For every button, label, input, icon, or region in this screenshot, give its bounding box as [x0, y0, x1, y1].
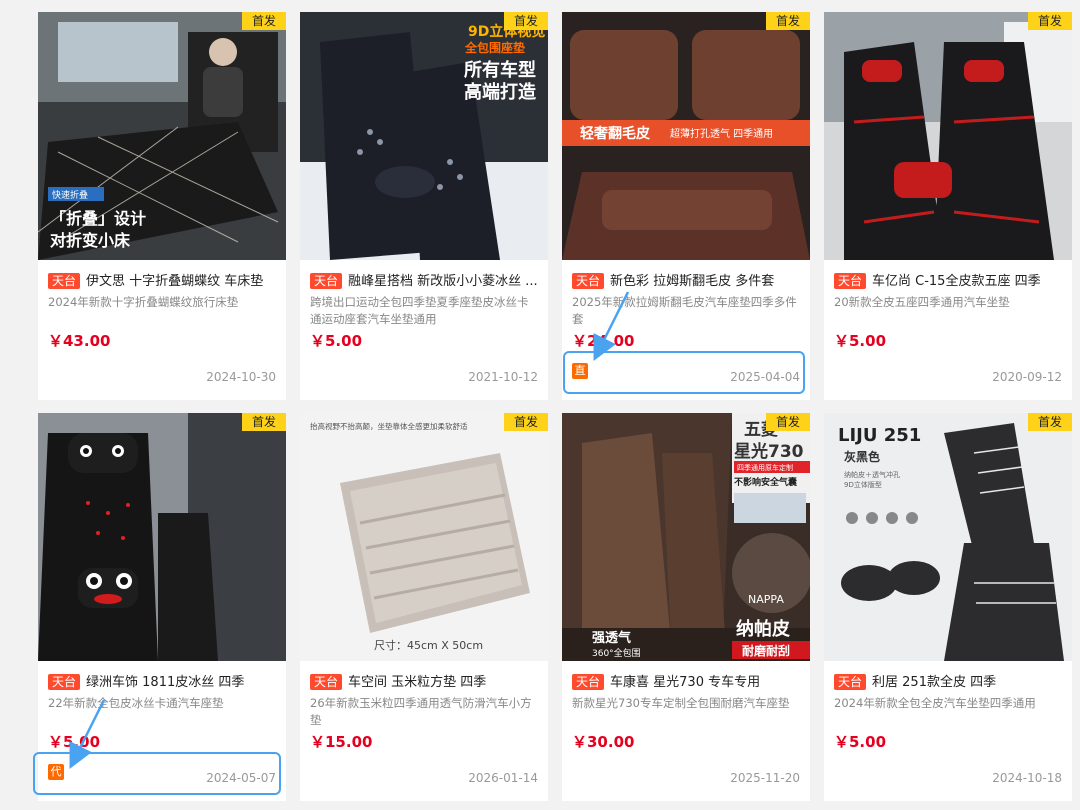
product-title[interactable]: 天台 新色彩 拉姆斯翻毛皮 多件套	[572, 272, 802, 292]
product-desc: 22年新款全包皮冰丝卡通汽车座垫	[48, 696, 224, 710]
image-caption-model: 星光730	[734, 441, 804, 462]
product-title-text: 融峰星搭档 新改版小小菱冰丝 ...	[348, 274, 538, 289]
product-date: 2024-10-18	[992, 771, 1062, 785]
shop-tag: 天台	[572, 674, 605, 690]
first-release-badge: 首发	[766, 413, 810, 431]
product-price: ￥24.00	[572, 332, 635, 350]
product-price: ￥43.00	[48, 332, 111, 350]
image-caption-wear: 耐磨耐刮	[742, 643, 790, 658]
product-desc: 20新款全皮五座四季通用汽车坐垫	[834, 295, 1010, 309]
first-release-badge: 首发	[1028, 12, 1072, 30]
image-caption-2: 对折变小床	[50, 231, 131, 250]
shop-tag: 天台	[834, 273, 867, 289]
image-caption-tag: 四季通用原车定制	[737, 463, 793, 472]
product-card[interactable]: 五菱 星光730 四季通用原车定制 不影响安全气囊 NAPPA 强透气 360°…	[562, 413, 810, 801]
product-card[interactable]: 9D立体视觉 全包围座垫 所有车型 高端打造 首发 天台 融峰星搭档 新改版小小菱…	[300, 12, 548, 400]
image-caption-1: 所有车型	[464, 59, 536, 81]
product-card[interactable]: 快速折叠 「折叠」设计 对折变小床 首发 天台 伊文思 十字折叠蝴蝶纹 车床垫 2…	[38, 12, 286, 400]
product-price: ￥30.00	[572, 733, 635, 751]
first-release-badge: 首发	[504, 12, 548, 30]
image-caption-material: 纳帕皮＋透气冲孔	[844, 470, 900, 479]
product-title-text: 利居 251款全皮 四季	[872, 675, 997, 690]
image-caption-nappa: NAPPA	[748, 593, 784, 606]
product-desc: 2025年新款拉姆斯翻毛皮汽车座垫四季多件套	[572, 295, 797, 326]
image-caption-version: 9D立体版型	[844, 480, 882, 489]
product-card[interactable]: 首发 天台 绿洲车饰 1811皮冰丝 四季 22年新款全包皮冰丝卡通汽车座垫 ￥5…	[38, 413, 286, 801]
product-title-text: 新色彩 拉姆斯翻毛皮 多件套	[610, 274, 775, 289]
product-title-text: 车康喜 星光730 专车专用	[610, 675, 761, 690]
product-image[interactable]: 快速折叠 「折叠」设计 对折变小床 首发	[38, 12, 286, 260]
product-desc: 2024年新款十字折叠蝴蝶纹旅行床垫	[48, 295, 239, 309]
shop-tag: 天台	[834, 674, 867, 690]
shop-tag: 天台	[310, 273, 343, 289]
product-desc: 2024年新款全包全皮汽车坐垫四季通用	[834, 696, 1036, 710]
first-release-badge: 首发	[242, 413, 286, 431]
product-image[interactable]: 轻奢翻毛皮 超薄打孔透气 四季通用 首发	[562, 12, 810, 260]
product-title-text: 车空间 玉米粒方垫 四季	[348, 675, 487, 690]
image-caption-small: 快速折叠	[52, 189, 88, 201]
product-title[interactable]: 天台 利居 251款全皮 四季	[834, 673, 1064, 693]
product-date: 2024-10-30	[206, 370, 276, 384]
highlight-box	[33, 752, 281, 795]
product-title[interactable]: 天台 融峰星搭档 新改版小小菱冰丝 ...	[310, 272, 540, 292]
product-price: ￥5.00	[834, 332, 887, 350]
product-grid: 快速折叠 「折叠」设计 对折变小床 首发 天台 伊文思 十字折叠蝴蝶纹 车床垫 2…	[0, 0, 1080, 810]
first-release-badge: 首发	[1028, 413, 1072, 431]
first-release-badge: 首发	[504, 413, 548, 431]
product-price: ￥5.00	[310, 332, 363, 350]
product-image[interactable]: 首发	[824, 12, 1072, 260]
product-title[interactable]: 天台 绿洲车饰 1811皮冰丝 四季	[48, 673, 278, 693]
product-card[interactable]: 抬高视野不抬高颠，坐垫靠体全感更加柔软舒适 尺寸：45cm X 50cm 首发 …	[300, 413, 548, 801]
product-desc: 26年新款玉米粒四季通用透气防滑汽车小方垫	[310, 696, 532, 727]
product-image[interactable]: 首发	[38, 413, 286, 661]
product-price: ￥15.00	[310, 733, 373, 751]
product-title[interactable]: 天台 车亿尚 C-15全皮款五座 四季	[834, 272, 1064, 292]
product-title-text: 绿洲车饰 1811皮冰丝 四季	[86, 675, 245, 690]
product-date: 2021-10-12	[468, 370, 538, 384]
shop-tag: 天台	[310, 674, 343, 690]
product-date: 2026-01-14	[468, 771, 538, 785]
product-title-text: 伊文思 十字折叠蝴蝶纹 车床垫	[86, 274, 264, 289]
image-caption-2: 尺寸：45cm X 50cm	[374, 638, 483, 652]
product-title-text: 车亿尚 C-15全皮款五座 四季	[872, 274, 1041, 289]
image-caption-nappa-cn: 纳帕皮	[736, 618, 790, 640]
product-card[interactable]: 首发 天台 车亿尚 C-15全皮款五座 四季 20新款全皮五座四季通用汽车坐垫 ￥…	[824, 12, 1072, 400]
image-caption-brand: LIJU 251	[838, 425, 921, 446]
first-release-badge: 首发	[242, 12, 286, 30]
product-card[interactable]: 轻奢翻毛皮 超薄打孔透气 四季通用 首发 天台 新色彩 拉姆斯翻毛皮 多件套 20…	[562, 12, 810, 400]
first-release-badge: 首发	[766, 12, 810, 30]
image-caption-tag: 全包围座垫	[464, 40, 525, 55]
product-desc: 跨境出口运动全包四季垫夏季座垫皮冰丝卡通运动座套汽车坐垫通用	[310, 295, 529, 326]
shop-tag: 天台	[48, 273, 81, 289]
product-title[interactable]: 天台 车康喜 星光730 专车专用	[572, 673, 802, 693]
product-image[interactable]: 抬高视野不抬高颠，坐垫靠体全感更加柔软舒适 尺寸：45cm X 50cm 首发	[300, 413, 548, 661]
image-caption-breathable: 强透气	[592, 630, 631, 646]
product-image[interactable]: 五菱 星光730 四季通用原车定制 不影响安全气囊 NAPPA 强透气 360°…	[562, 413, 810, 661]
product-image[interactable]: 9D立体视觉 全包围座垫 所有车型 高端打造 首发	[300, 12, 548, 260]
product-card[interactable]: LIJU 251 灰黑色 纳帕皮＋透气冲孔 9D立体版型 首发 天台 利居 251…	[824, 413, 1072, 801]
product-price: ￥5.00	[834, 733, 887, 751]
product-date: 2020-09-12	[992, 370, 1062, 384]
product-price: ￥5.00	[48, 733, 101, 751]
product-title[interactable]: 天台 伊文思 十字折叠蝴蝶纹 车床垫	[48, 272, 278, 292]
image-caption-color: 灰黑色	[844, 449, 880, 464]
image-caption-360: 360°全包围	[592, 647, 641, 659]
product-image[interactable]: LIJU 251 灰黑色 纳帕皮＋透气冲孔 9D立体版型 首发	[824, 413, 1072, 661]
product-title[interactable]: 天台 车空间 玉米粒方垫 四季	[310, 673, 540, 693]
image-caption-2: 高端打造	[464, 81, 536, 103]
shop-tag: 天台	[572, 273, 605, 289]
image-caption-airbag: 不影响安全气囊	[734, 476, 798, 488]
product-date: 2025-11-20	[730, 771, 800, 785]
shop-tag: 天台	[48, 674, 81, 690]
product-desc: 新款星光730专车定制全包围耐磨汽车座垫	[572, 696, 790, 710]
image-caption-1: 轻奢翻毛皮	[580, 125, 650, 142]
image-caption-1: 抬高视野不抬高颠，坐垫靠体全感更加柔软舒适	[310, 421, 468, 431]
highlight-box	[563, 351, 805, 394]
image-caption-2: 超薄打孔透气 四季通用	[670, 127, 773, 140]
image-caption-1: 「折叠」设计	[50, 209, 146, 228]
